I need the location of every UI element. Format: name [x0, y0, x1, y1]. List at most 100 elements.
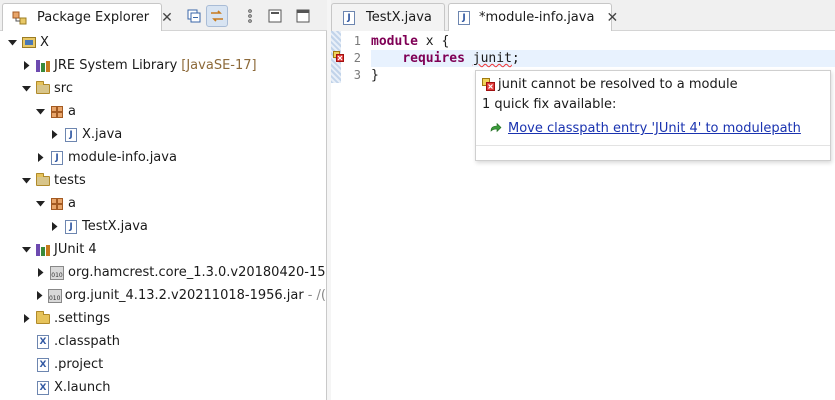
- link-with-editor-icon: [211, 10, 223, 22]
- tab-label: Package Explorer: [37, 10, 150, 25]
- error-marker-icon[interactable]: [333, 51, 344, 62]
- tree-item-decoration: [JavaSE-17]: [181, 58, 257, 73]
- tree-item-label: org.hamcrest.core_1.3.0.v20180420-15: [68, 265, 326, 280]
- green-arrow-icon: [490, 123, 502, 133]
- hover-divider: [476, 145, 830, 146]
- collapsed-arrow-icon[interactable]: [48, 129, 60, 141]
- tab-label: TestX.java: [366, 10, 432, 25]
- code-text: }: [371, 68, 379, 83]
- close-icon[interactable]: ✕: [161, 10, 173, 26]
- tree-item-label: org.junit_4.13.2.v20211018-1956.jar: [64, 288, 304, 303]
- line-number: 2: [353, 51, 361, 65]
- tree-item[interactable]: a: [0, 100, 326, 123]
- xml-file-icon: X: [35, 357, 51, 373]
- editor-tab-bar: J TestX.java J *module-info.java ✕: [331, 0, 835, 31]
- package-explorer-view: Package Explorer ✕ X JRE System Library [J…: [0, 0, 327, 400]
- tree-item-label: JUnit 4: [54, 242, 97, 257]
- code-text: ;: [511, 51, 520, 66]
- collapse-all-button[interactable]: [183, 5, 205, 27]
- link-with-editor-button[interactable]: [206, 5, 228, 27]
- error-icon: [482, 77, 495, 91]
- tree-item[interactable]: X .project: [0, 353, 326, 376]
- project-tree: X JRE System Library [JavaSE-17] src a J X.jav…: [0, 31, 326, 400]
- tree-item-label: X.java: [82, 127, 123, 142]
- jar-icon: 010: [47, 288, 62, 304]
- collapsed-arrow-icon[interactable]: [34, 267, 46, 279]
- editor-area: J TestX.java J *module-info.java ✕ 1 2 3…: [331, 0, 835, 400]
- minimize-button[interactable]: [264, 5, 286, 27]
- expanded-arrow-icon[interactable]: [20, 175, 32, 187]
- xml-file-icon: X: [35, 334, 51, 350]
- java-file-icon: J: [63, 127, 79, 143]
- no-arrow: [20, 359, 32, 371]
- project-icon: [21, 35, 37, 51]
- collapse-all-icon: [187, 9, 201, 23]
- collapsed-arrow-icon[interactable]: [20, 313, 32, 325]
- tree-item[interactable]: 010 org.hamcrest.core_1.3.0.v20180420-15: [0, 261, 326, 284]
- maximize-button[interactable]: [292, 5, 314, 27]
- tree-item[interactable]: J X.java: [0, 123, 326, 146]
- error-message: junit cannot be resolved to a module: [498, 76, 738, 92]
- tree-item[interactable]: JRE System Library [JavaSE-17]: [0, 54, 326, 77]
- tree-item[interactable]: 010 org.junit_4.13.2.v20211018-1956.jar - …: [0, 284, 326, 307]
- tree-item-label: src: [54, 81, 73, 96]
- package-explorer-icon: [12, 10, 28, 26]
- collapsed-arrow-icon[interactable]: [20, 60, 32, 72]
- jar-icon: 010: [49, 265, 65, 281]
- tree-item[interactable]: J TestX.java: [0, 215, 326, 238]
- expanded-arrow-icon[interactable]: [20, 244, 32, 256]
- hover-message: junit cannot be resolved to a module: [482, 75, 738, 93]
- line-number: 3: [353, 68, 361, 82]
- close-icon[interactable]: ✕: [606, 10, 618, 26]
- tree-item[interactable]: src: [0, 77, 326, 100]
- tree-item-decoration: - /(: [307, 288, 326, 303]
- tree-item-label: a: [68, 196, 76, 211]
- quick-fix-item[interactable]: Move classpath entry 'JUnit 4' to module…: [490, 121, 801, 136]
- tab-module-info-java[interactable]: J *module-info.java ✕: [448, 3, 618, 31]
- keyword: requires: [402, 51, 465, 66]
- collapsed-arrow-icon[interactable]: [48, 221, 60, 233]
- tree-item-label: X.launch: [54, 380, 111, 395]
- tree-item-label: module-info.java: [68, 150, 177, 165]
- tree-item[interactable]: X: [0, 31, 326, 54]
- keyword: module: [371, 34, 418, 49]
- expanded-arrow-icon[interactable]: [20, 83, 32, 95]
- tree-item[interactable]: X .classpath: [0, 330, 326, 353]
- quick-fix-hover: junit cannot be resolved to a module 1 q…: [475, 70, 831, 161]
- expanded-arrow-icon[interactable]: [6, 37, 18, 49]
- source-folder-icon: [35, 172, 51, 189]
- collapsed-arrow-icon[interactable]: [34, 290, 45, 302]
- library-icon: [35, 242, 51, 258]
- tree-item[interactable]: X X.launch: [0, 376, 326, 399]
- package-icon: [49, 196, 65, 212]
- tree-item[interactable]: a: [0, 192, 326, 215]
- tree-item-label: JRE System Library: [54, 58, 178, 73]
- code-line-current: requires junit;: [371, 50, 835, 67]
- expanded-arrow-icon[interactable]: [34, 198, 46, 210]
- collapsed-arrow-icon[interactable]: [34, 152, 46, 164]
- tree-item-label: X: [40, 35, 49, 50]
- tree-item[interactable]: Jmodule-info.java: [0, 146, 326, 169]
- library-icon: [35, 58, 51, 74]
- view-menu-icon: [248, 9, 252, 23]
- tab-testx-java[interactable]: J TestX.java: [331, 3, 445, 31]
- source-folder-icon: [35, 80, 51, 97]
- tab-package-explorer[interactable]: Package Explorer ✕: [2, 3, 173, 31]
- java-file-icon: J: [458, 10, 470, 26]
- error-token[interactable]: junit: [473, 51, 512, 66]
- tree-item[interactable]: tests: [0, 169, 326, 192]
- line-number: 1: [353, 34, 361, 48]
- expanded-arrow-icon[interactable]: [34, 106, 46, 118]
- tree-item-label: TestX.java: [82, 219, 148, 234]
- tree-item[interactable]: JUnit 4: [0, 238, 326, 261]
- tree-item-label: .project: [54, 357, 104, 372]
- move-classpath-entry-link[interactable]: Move classpath entry 'JUnit 4' to module…: [508, 121, 801, 136]
- no-arrow: [20, 336, 32, 348]
- no-arrow: [20, 382, 32, 394]
- folder-icon: [35, 310, 51, 327]
- maximize-icon: [296, 9, 310, 23]
- view-menu-button[interactable]: [239, 5, 261, 27]
- tree-item[interactable]: .settings: [0, 307, 326, 330]
